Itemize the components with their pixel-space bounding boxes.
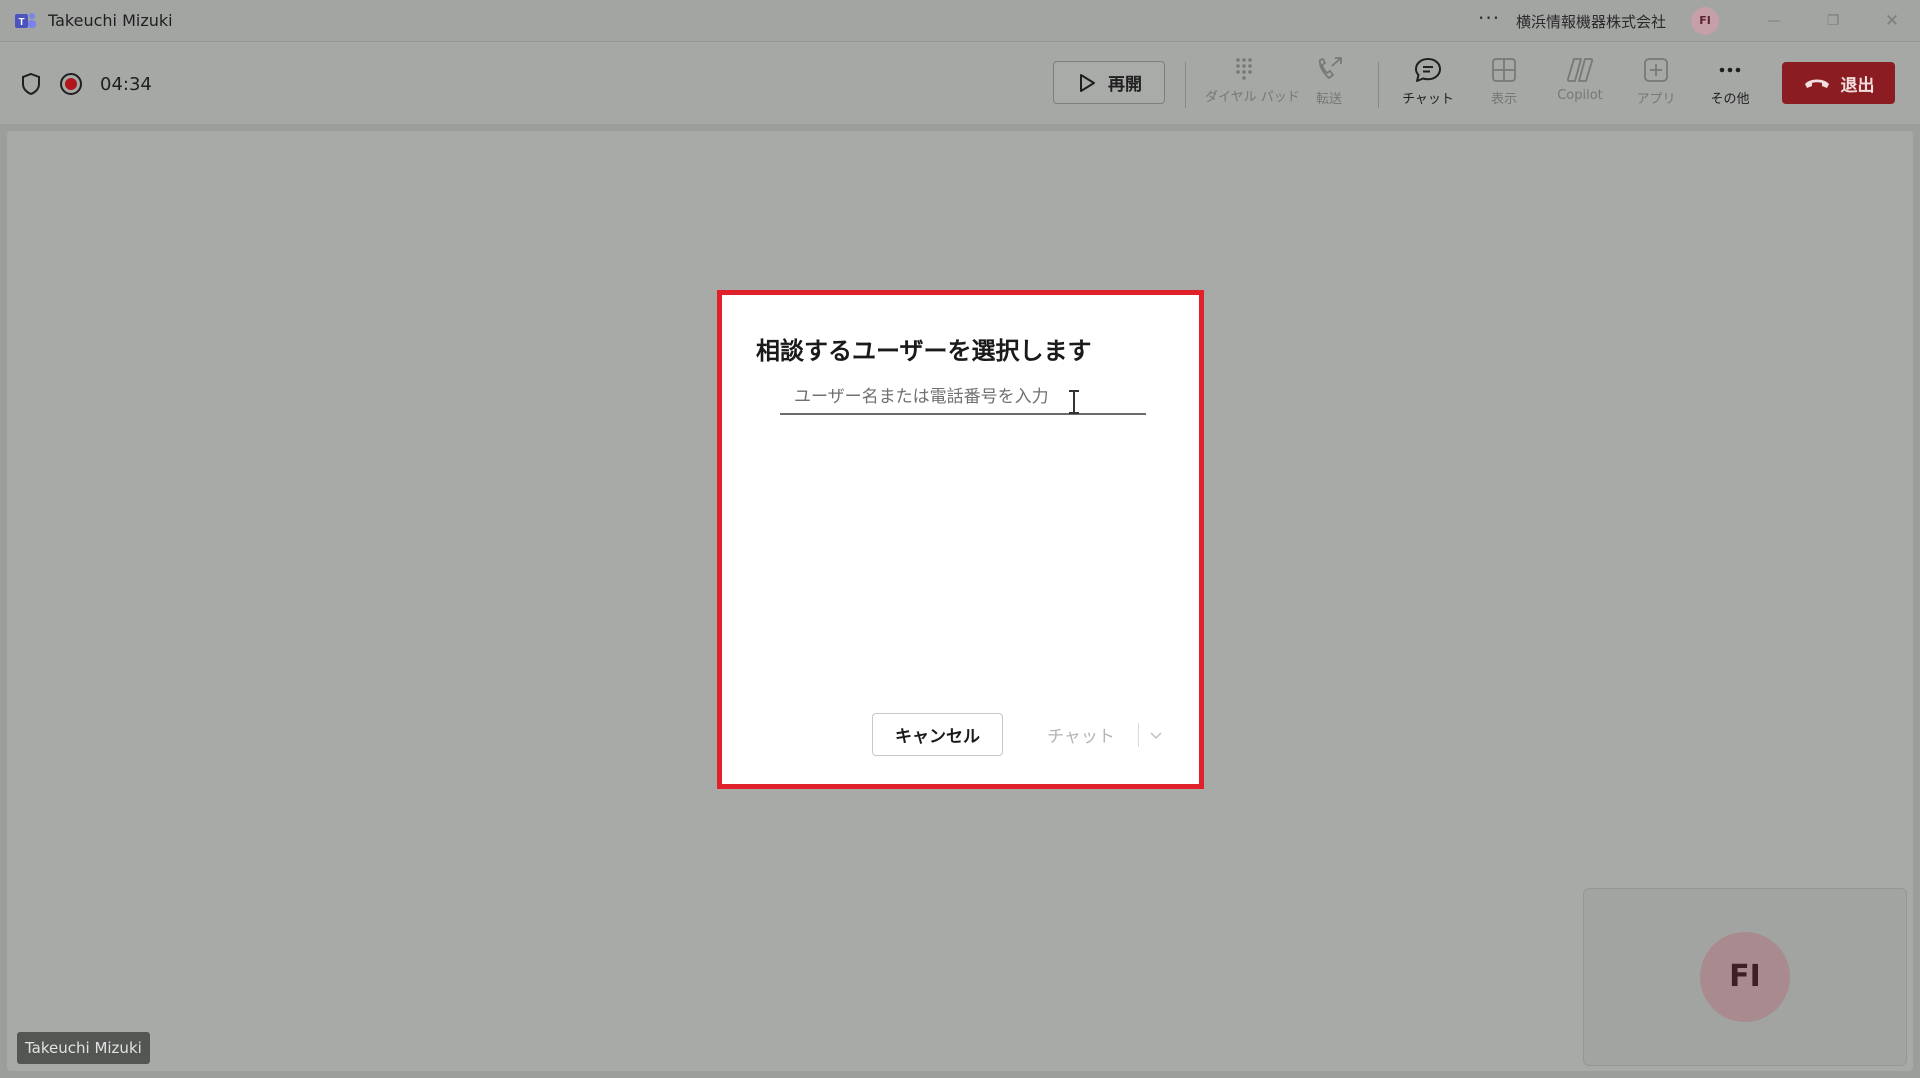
svg-text:T: T bbox=[18, 17, 24, 28]
consult-dialog: 相談するユーザーを選択します キャンセル チャット bbox=[717, 290, 1204, 789]
chat-icon bbox=[1415, 58, 1441, 82]
cancel-button[interactable]: キャンセル bbox=[872, 713, 1003, 756]
leave-button[interactable]: 退出 bbox=[1782, 62, 1895, 104]
org-avatar[interactable]: FI bbox=[1691, 7, 1719, 35]
copilot-button[interactable]: Copilot bbox=[1541, 56, 1619, 116]
view-label: 表示 bbox=[1490, 92, 1517, 107]
minimize-button[interactable]: — bbox=[1759, 8, 1789, 34]
view-icon bbox=[1492, 58, 1516, 82]
call-toolbar: 04:34 再開 ダイヤル パッド 転送 チャット 表示 Copilot アプリ… bbox=[0, 42, 1920, 124]
hang-up-icon bbox=[1804, 79, 1829, 88]
more-label: その他 bbox=[1710, 92, 1750, 107]
chat-button[interactable]: チャット bbox=[1026, 713, 1136, 756]
copilot-icon bbox=[1566, 58, 1594, 82]
resume-button[interactable]: 再開 bbox=[1053, 61, 1165, 104]
org-name[interactable]: 横浜情報機器株式会社 bbox=[1516, 11, 1666, 32]
transfer-label: 転送 bbox=[1315, 92, 1342, 107]
chat-split-divider bbox=[1138, 723, 1139, 747]
dialpad-icon bbox=[1236, 58, 1252, 80]
dialpad-button[interactable]: ダイヤル パッド bbox=[1205, 56, 1300, 116]
resume-label: 再開 bbox=[1108, 75, 1142, 95]
close-button[interactable]: ✕ bbox=[1877, 8, 1907, 34]
title-more-icon[interactable]: ··· bbox=[1478, 6, 1500, 30]
recording-icon bbox=[60, 73, 82, 95]
text-cursor-icon bbox=[1069, 390, 1079, 414]
shield-icon[interactable] bbox=[20, 72, 42, 96]
user-search-input[interactable] bbox=[780, 381, 1146, 415]
transfer-icon bbox=[1318, 57, 1342, 79]
window-title: Takeuchi Mizuki bbox=[48, 11, 173, 30]
chat-toolbar-label: チャット bbox=[1402, 92, 1454, 107]
leave-label: 退出 bbox=[1840, 75, 1875, 96]
avatar: FI bbox=[1700, 932, 1790, 1022]
apps-label: アプリ bbox=[1636, 92, 1676, 107]
play-icon bbox=[1080, 73, 1095, 92]
transfer-button[interactable]: 転送 bbox=[1290, 56, 1368, 116]
toolbar-divider bbox=[1185, 62, 1186, 108]
apps-icon bbox=[1644, 58, 1668, 82]
title-bar: T Takeuchi Mizuki ··· 横浜情報機器株式会社 FI — ❐ … bbox=[0, 0, 1920, 42]
more-button[interactable]: その他 bbox=[1691, 56, 1769, 116]
copilot-label: Copilot bbox=[1557, 88, 1603, 103]
chevron-down-icon[interactable] bbox=[1142, 723, 1170, 747]
dialpad-label: ダイヤル パッド bbox=[1205, 90, 1300, 105]
dialog-title: 相談するユーザーを選択します bbox=[756, 337, 1092, 365]
participant-name-tag: Takeuchi Mizuki bbox=[17, 1032, 150, 1064]
teams-logo-icon: T bbox=[15, 13, 36, 28]
call-timer: 04:34 bbox=[100, 74, 152, 95]
apps-button[interactable]: アプリ bbox=[1617, 56, 1695, 116]
more-icon bbox=[1719, 67, 1741, 73]
restore-button[interactable]: ❐ bbox=[1818, 8, 1848, 34]
view-button[interactable]: 表示 bbox=[1465, 56, 1543, 116]
chat-toolbar-button[interactable]: チャット bbox=[1389, 56, 1467, 116]
toolbar-divider bbox=[1378, 62, 1379, 108]
